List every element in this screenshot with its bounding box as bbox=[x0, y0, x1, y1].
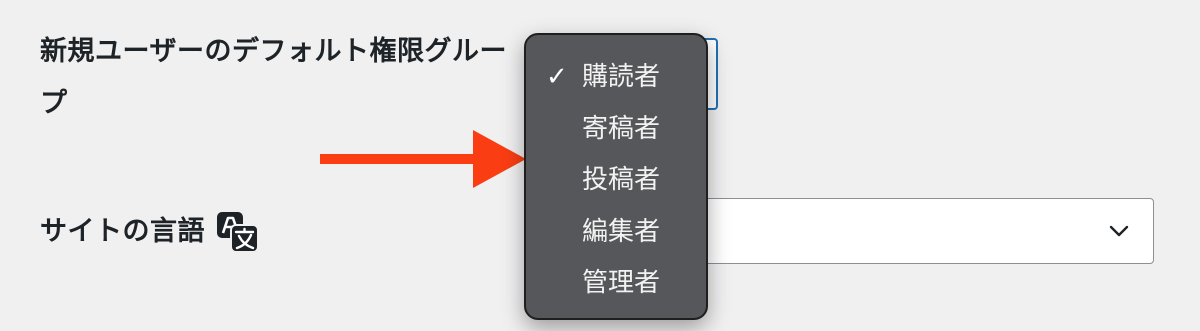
option-label: 管理者 bbox=[582, 268, 661, 298]
role-option-subscriber[interactable]: ✓ 購読者 bbox=[526, 52, 706, 104]
default-role-label: 新規ユーザーのデフォルト権限グループ bbox=[40, 36, 507, 119]
translate-icon bbox=[217, 212, 259, 253]
option-label: 購読者 bbox=[582, 62, 661, 92]
role-option-editor[interactable]: 編集者 bbox=[526, 207, 706, 259]
role-dropdown-menu: ✓ 購読者 寄稿者 投稿者 編集者 管理者 bbox=[524, 33, 708, 320]
site-language-row: サイトの言語 bbox=[40, 206, 261, 258]
site-language-label: サイトの言語 bbox=[40, 216, 205, 247]
option-label: 寄稿者 bbox=[582, 113, 661, 144]
checkmark-icon: ✓ bbox=[546, 62, 568, 92]
option-label: 投稿者 bbox=[582, 165, 661, 195]
role-option-contributor[interactable]: 寄稿者 bbox=[526, 104, 706, 156]
role-option-administrator[interactable]: 管理者 bbox=[526, 258, 706, 310]
option-label: 編集者 bbox=[582, 216, 661, 247]
annotation-arrow bbox=[320, 130, 526, 188]
chevron-down-icon bbox=[1109, 225, 1129, 237]
role-option-author[interactable]: 投稿者 bbox=[526, 155, 706, 207]
